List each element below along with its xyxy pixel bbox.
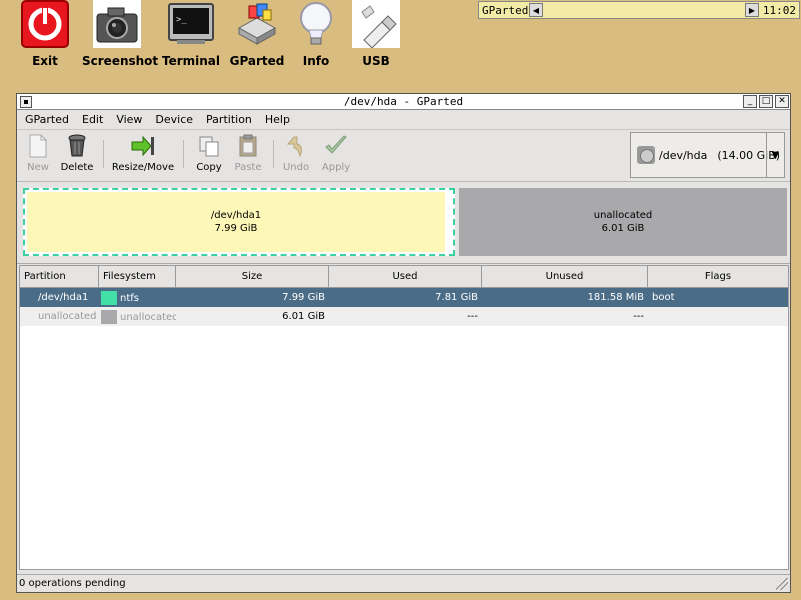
diskmap-partition-size: 6.01 GiB — [601, 223, 645, 234]
gparted-icon — [233, 0, 281, 48]
desktop-icon-terminal[interactable]: >_ Terminal — [156, 0, 226, 68]
desktop-icon-label: USB — [362, 54, 390, 68]
taskbar-clock: 11:02 — [762, 3, 796, 17]
menu-view[interactable]: View — [116, 113, 142, 126]
column-partition[interactable]: Partition — [20, 266, 99, 287]
toolbar-separator — [183, 140, 184, 168]
resize-grip-icon[interactable] — [776, 578, 788, 590]
table-header: Partition Filesystem Size Used Unused Fl… — [20, 266, 788, 288]
diskmap-partition-name: /dev/hda1 — [210, 210, 262, 221]
menu-help[interactable]: Help — [265, 113, 290, 126]
lightbulb-icon — [292, 0, 340, 48]
apply-button[interactable]: Apply — [319, 134, 353, 173]
diskmap-partition-unallocated[interactable]: unallocated 6.01 GiB — [459, 188, 787, 256]
copy-button[interactable]: Copy — [191, 134, 227, 173]
menu-gparted[interactable]: GParted — [25, 113, 69, 126]
cell-partition: unallocated — [38, 311, 97, 322]
cell-size: 7.99 GiB — [282, 292, 325, 303]
taskbar-right-arrow-icon[interactable]: ▶ — [745, 3, 759, 17]
trash-icon — [65, 134, 89, 158]
desktop-icon-label: Terminal — [161, 54, 221, 68]
copy-icon — [197, 134, 221, 158]
close-icon[interactable]: ✕ — [775, 95, 789, 108]
undo-icon — [284, 134, 308, 158]
window-titlebar[interactable]: /dev/hda - GParted _ □ ✕ — [17, 94, 790, 110]
device-name: /dev/hda — [659, 148, 708, 162]
paste-icon — [236, 134, 260, 158]
resize-move-icon — [131, 134, 155, 158]
partition-table: Partition Filesystem Size Used Unused Fl… — [19, 265, 789, 570]
status-bar: 0 operations pending — [17, 574, 790, 592]
dropdown-arrow-icon[interactable]: ▼ — [766, 133, 784, 177]
taskbar-window-title[interactable]: GParted — [479, 4, 529, 17]
desktop-icon-usb[interactable]: USB — [341, 0, 411, 68]
cell-used: --- — [467, 311, 478, 322]
usb-icon — [352, 0, 400, 49]
desktop-icon-label: Exit — [32, 54, 58, 68]
resize-move-button[interactable]: Resize/Move — [111, 134, 175, 173]
svg-text:>_: >_ — [176, 15, 187, 25]
camera-icon — [93, 0, 141, 48]
checkmark-icon — [324, 134, 348, 158]
cell-filesystem: ntfs — [99, 290, 176, 305]
column-size[interactable]: Size — [176, 266, 329, 287]
maximize-icon[interactable]: □ — [759, 95, 773, 108]
copy-button-label: Copy — [196, 162, 222, 173]
desktop-icon-exit[interactable]: Exit — [10, 0, 80, 68]
status-text: 0 operations pending — [19, 578, 126, 589]
cell-used: 7.81 GiB — [435, 292, 478, 303]
delete-button-label: Delete — [60, 162, 94, 173]
column-unused[interactable]: Unused — [482, 266, 648, 287]
menu-edit[interactable]: Edit — [82, 113, 103, 126]
device-selector[interactable]: /dev/hda (14.00 GiB) ▼ — [630, 132, 785, 178]
harddisk-icon — [637, 146, 655, 164]
taskbar: GParted ◀ ▶ 11:02 — [478, 1, 800, 19]
cell-filesystem-label: ntfs — [120, 292, 139, 304]
delete-button[interactable]: Delete — [59, 134, 95, 173]
table-row[interactable]: /dev/hda1 ntfs 7.99 GiB 7.81 GiB 181.58 … — [20, 288, 788, 307]
paste-button[interactable]: Paste — [231, 134, 265, 173]
taskbar-left-arrow-icon[interactable]: ◀ — [529, 3, 543, 17]
diskmap-partition-size: 7.99 GiB — [214, 223, 258, 234]
desktop-icon-label: Screenshot — [82, 54, 159, 68]
column-used[interactable]: Used — [329, 266, 482, 287]
new-document-icon — [26, 134, 50, 158]
menu-partition[interactable]: Partition — [206, 113, 252, 126]
menubar: GParted Edit View Device Partition Help — [17, 110, 790, 130]
cell-unused: 181.58 MiB — [587, 292, 644, 303]
gparted-window: /dev/hda - GParted _ □ ✕ GParted Edit Vi… — [16, 93, 791, 593]
diskmap-partition-hda1[interactable]: /dev/hda1 7.99 GiB — [23, 188, 455, 256]
cell-size: 6.01 GiB — [282, 311, 325, 322]
column-filesystem[interactable]: Filesystem — [99, 266, 176, 287]
diskmap-partition-name: unallocated — [593, 210, 653, 221]
filesystem-color-swatch — [101, 309, 117, 324]
filesystem-color-swatch — [101, 290, 117, 305]
menu-device[interactable]: Device — [155, 113, 193, 126]
cell-filesystem: unallocated — [99, 309, 176, 324]
desktop-icon-screenshot[interactable]: Screenshot — [82, 0, 159, 68]
column-flags[interactable]: Flags — [648, 266, 788, 287]
new-button[interactable]: New — [23, 134, 53, 173]
new-button-label: New — [27, 162, 49, 173]
toolbar-separator — [103, 140, 104, 168]
terminal-icon: >_ — [167, 0, 215, 48]
window-title: /dev/hda - GParted — [343, 95, 464, 108]
paste-button-label: Paste — [234, 162, 262, 173]
toolbar: New Delete Resize/Move Copy Paste Undo A… — [17, 130, 790, 182]
undo-button-label: Undo — [282, 162, 310, 173]
power-icon — [21, 0, 69, 48]
cell-unused: --- — [633, 311, 644, 322]
taskbar-track — [543, 3, 745, 17]
cell-partition: /dev/hda1 — [38, 292, 89, 303]
resize-move-button-label: Resize/Move — [111, 162, 175, 173]
apply-button-label: Apply — [321, 162, 351, 173]
undo-button[interactable]: Undo — [281, 134, 311, 173]
toolbar-separator — [273, 140, 274, 168]
cell-filesystem-label: unallocated — [120, 311, 176, 323]
disk-map: /dev/hda1 7.99 GiB unallocated 6.01 GiB — [17, 182, 790, 264]
table-row[interactable]: unallocated unallocated 6.01 GiB --- --- — [20, 307, 788, 326]
minimize-icon[interactable]: _ — [743, 95, 757, 108]
cell-flags: boot — [652, 292, 675, 303]
